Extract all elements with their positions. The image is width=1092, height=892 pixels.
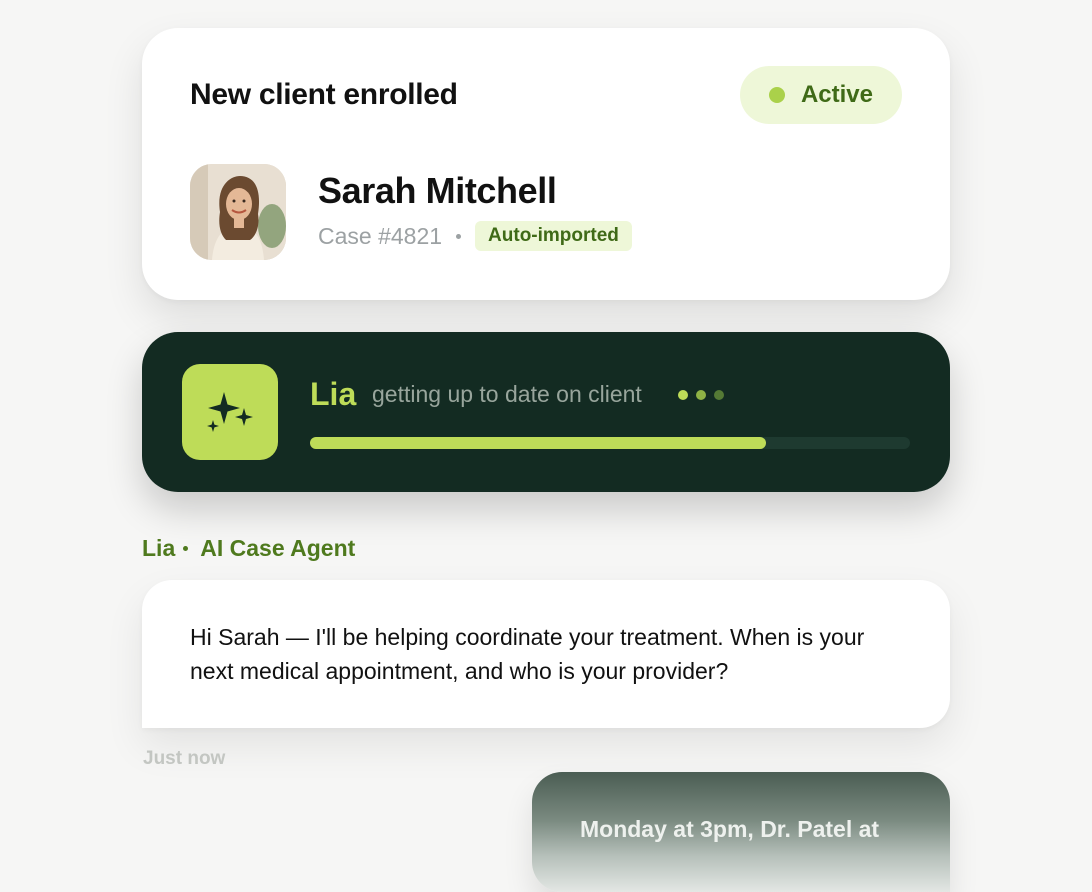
separator-dot-icon bbox=[456, 233, 462, 239]
progress-bar-fill bbox=[310, 437, 766, 449]
agent-status-card: Lia getting up to date on client bbox=[142, 332, 950, 492]
enrollment-title: New client enrolled bbox=[190, 78, 458, 111]
message-sender: Lia AI Case Agent bbox=[142, 535, 355, 562]
sparkles-icon bbox=[207, 392, 253, 432]
progress-bar bbox=[310, 437, 910, 449]
sender-name: Lia bbox=[142, 535, 176, 561]
enrollment-card: New client enrolled Active Sarah Mitchel… bbox=[142, 28, 950, 300]
separator-dot-icon bbox=[183, 546, 189, 551]
sender-role: AI Case Agent bbox=[200, 535, 356, 561]
case-number: Case #4821 bbox=[318, 222, 443, 249]
avatar-photo-icon bbox=[190, 164, 286, 260]
status-label: Active bbox=[800, 81, 874, 108]
typing-dot-icon bbox=[696, 390, 706, 400]
agent-message-bubble: Hi Sarah — I'll be helping coordinate yo… bbox=[142, 580, 950, 728]
typing-dot-icon bbox=[678, 390, 688, 400]
message-timestamp: Just now bbox=[143, 748, 226, 769]
reply-text: Monday at 3pm, Dr. Patel at bbox=[580, 816, 880, 842]
agent-icon-tile bbox=[182, 364, 278, 460]
typing-dot-icon bbox=[714, 390, 724, 400]
client-meta: Case #4821 Auto-imported bbox=[318, 221, 632, 251]
status-badge: Active bbox=[740, 66, 902, 124]
client-name: Sarah Mitchell bbox=[318, 170, 557, 211]
avatar[interactable] bbox=[190, 164, 286, 260]
agent-status-text: getting up to date on client bbox=[372, 381, 642, 407]
auto-imported-badge: Auto-imported bbox=[475, 221, 632, 251]
status-dot-icon bbox=[768, 87, 785, 103]
agent-name: Lia bbox=[310, 376, 357, 412]
client-reply-bubble: Monday at 3pm, Dr. Patel at bbox=[532, 772, 950, 892]
message-text: Hi Sarah — I'll be helping coordinate yo… bbox=[190, 624, 865, 684]
typing-indicator bbox=[678, 390, 724, 400]
